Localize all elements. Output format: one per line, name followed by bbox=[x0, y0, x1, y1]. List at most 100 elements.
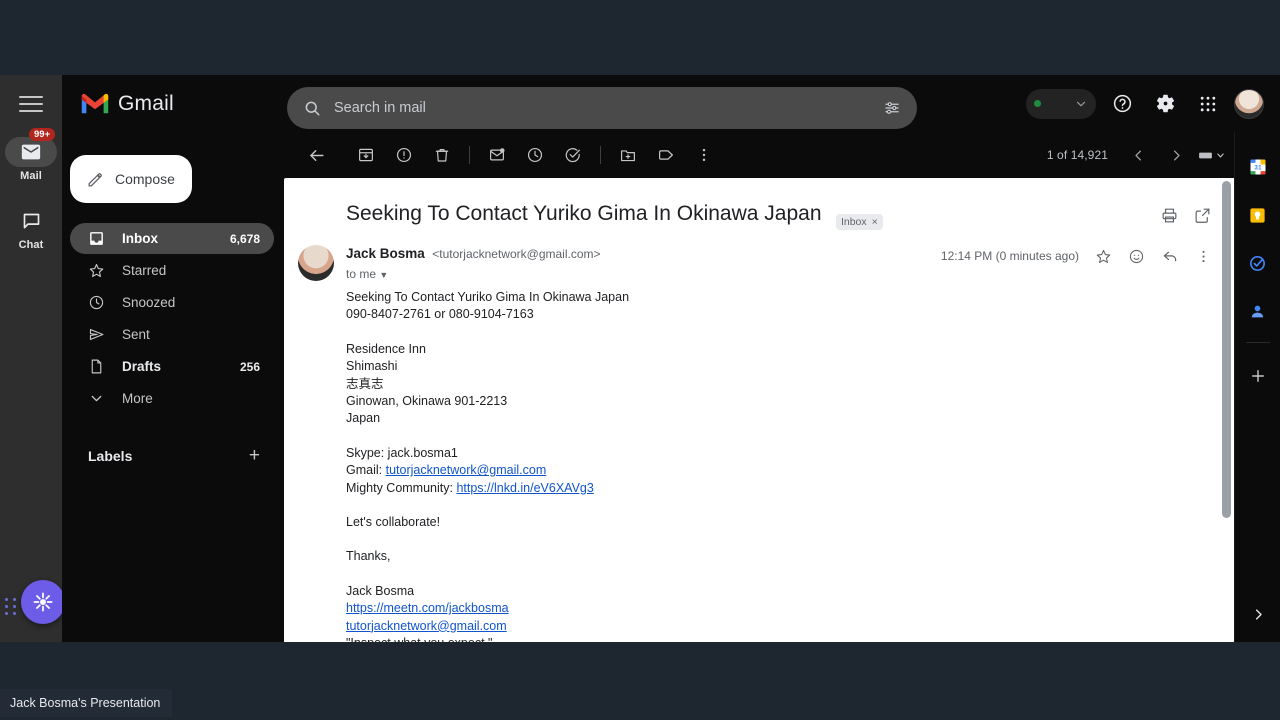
svg-text:31: 31 bbox=[1254, 165, 1262, 172]
gmail-m-icon bbox=[81, 93, 109, 114]
status-selector[interactable] bbox=[1026, 88, 1096, 119]
sidebar-item-drafts[interactable]: Drafts 256 bbox=[70, 351, 274, 382]
body-line: Ginowan, Okinawa 901-2213 bbox=[346, 393, 1212, 410]
google-apps-button[interactable] bbox=[1191, 87, 1225, 121]
body-line-text: 090-8407-2761 or 080-9104-7163 bbox=[346, 307, 534, 322]
email-reading-pane: Seeking To Contact Yuriko Gima In Okinaw… bbox=[284, 178, 1234, 642]
body-line-text: Let's collaborate! bbox=[346, 515, 441, 530]
body-line-prefix: Gmail: bbox=[346, 463, 386, 478]
add-to-tasks-button[interactable] bbox=[555, 137, 591, 173]
search-placeholder: Search in mail bbox=[334, 100, 426, 116]
mark-unread-button[interactable] bbox=[479, 137, 515, 173]
support-button[interactable] bbox=[1105, 87, 1139, 121]
sidebar-label-snoozed: Snoozed bbox=[122, 295, 176, 310]
star-icon[interactable] bbox=[1095, 248, 1112, 265]
older-button[interactable] bbox=[1120, 137, 1156, 173]
reply-icon[interactable] bbox=[1161, 247, 1179, 265]
trash-icon bbox=[435, 149, 449, 162]
body-line-text: Seeking To Contact Yuriko Gima In Okinaw… bbox=[346, 290, 630, 304]
recipients-toggle[interactable]: to me ▼ bbox=[346, 267, 601, 281]
more-options-button[interactable] bbox=[686, 137, 722, 173]
gmail-header: Gmail Search in mail bbox=[62, 75, 1280, 132]
help-icon bbox=[1113, 94, 1131, 113]
body-line: Let's collaborate! bbox=[346, 514, 1212, 531]
create-label-button[interactable]: + bbox=[249, 445, 260, 467]
body-line: Shimashi bbox=[346, 358, 1212, 375]
mail-unread-badge: 99+ bbox=[29, 128, 56, 141]
search-options-icon[interactable] bbox=[883, 99, 901, 117]
open-in-new-window-icon[interactable] bbox=[1193, 206, 1212, 225]
add-app-button[interactable] bbox=[1239, 357, 1277, 395]
label-tag-icon bbox=[659, 150, 673, 160]
body-link[interactable]: tutorjacknetwork@gmail.com bbox=[346, 619, 507, 633]
sidebar-item-sent[interactable]: Sent bbox=[70, 319, 274, 350]
delete-button[interactable] bbox=[424, 137, 460, 173]
mark-unread-icon bbox=[490, 148, 505, 161]
back-button[interactable] bbox=[298, 137, 334, 173]
plus-icon bbox=[1251, 370, 1264, 382]
sidebar-label-drafts: Drafts bbox=[122, 359, 162, 374]
body-line: Mighty Community: https://lnkd.in/eV6XAV… bbox=[346, 480, 1212, 497]
reading-pane-scrollbar[interactable] bbox=[1222, 181, 1231, 518]
screen-share-frame: 99+ Mail Chat Gmail Search in mail Compo… bbox=[0, 0, 1280, 720]
sender-avatar[interactable] bbox=[298, 245, 334, 281]
close-icon[interactable]: × bbox=[872, 216, 878, 228]
move-to-button[interactable] bbox=[610, 137, 646, 173]
status-green-dot bbox=[1034, 100, 1041, 107]
message-header: Jack Bosma <tutorjacknetwork@gmail.com> … bbox=[284, 228, 1234, 281]
newer-button[interactable] bbox=[1158, 137, 1194, 173]
inbox-label-chip[interactable]: Inbox × bbox=[835, 214, 883, 230]
body-line: Japan bbox=[346, 410, 1212, 427]
keep-glyph bbox=[1250, 207, 1265, 223]
rail-item-chat[interactable]: Chat bbox=[0, 206, 62, 251]
inbox-icon bbox=[90, 232, 103, 245]
search-icon bbox=[305, 101, 320, 116]
sidebar-item-inbox[interactable]: Inbox 6,678 bbox=[70, 223, 274, 254]
floating-action-button[interactable] bbox=[21, 580, 65, 624]
archive-button[interactable] bbox=[348, 137, 384, 173]
contacts-icon[interactable] bbox=[1239, 292, 1277, 330]
expand-side-panel-button[interactable] bbox=[1235, 607, 1280, 622]
compose-button[interactable]: Compose bbox=[70, 155, 192, 203]
main-menu-icon[interactable] bbox=[19, 96, 43, 114]
body-line-text: Japan bbox=[346, 411, 381, 426]
spam-icon bbox=[396, 147, 412, 163]
gmail-logo[interactable]: Gmail bbox=[80, 92, 280, 116]
input-tools-button[interactable] bbox=[1196, 137, 1226, 173]
sidebar-item-snoozed[interactable]: Snoozed bbox=[70, 287, 274, 318]
body-line: Thanks, bbox=[346, 548, 1212, 565]
tasks-icon[interactable] bbox=[1239, 244, 1277, 282]
star-icon bbox=[89, 263, 104, 278]
chevron-left-icon bbox=[1134, 150, 1141, 160]
chevron-right-icon bbox=[1173, 150, 1180, 160]
rail-item-mail[interactable]: 99+ Mail bbox=[0, 128, 62, 182]
google-side-panel: 31 bbox=[1234, 132, 1280, 642]
sidebar-item-starred[interactable]: Starred bbox=[70, 255, 274, 286]
print-icon[interactable] bbox=[1160, 206, 1179, 225]
body-line-text: Skype: jack.bosma1 bbox=[346, 445, 458, 460]
labels-button[interactable] bbox=[648, 137, 684, 173]
snooze-button[interactable] bbox=[517, 137, 553, 173]
send-icon bbox=[89, 328, 104, 341]
account-avatar[interactable] bbox=[1234, 88, 1264, 119]
body-line-text: "Inspect what you expect." bbox=[346, 636, 492, 642]
body-link[interactable]: https://lnkd.in/eV6XAVg3 bbox=[456, 481, 593, 495]
settings-button[interactable] bbox=[1148, 87, 1182, 121]
contacts-glyph bbox=[1251, 305, 1264, 317]
toolbar-divider-1 bbox=[469, 146, 470, 164]
body-link[interactable]: https://meetn.com/jackbosma bbox=[346, 601, 509, 615]
search-input[interactable]: Search in mail bbox=[287, 87, 917, 129]
more-vertical-icon[interactable] bbox=[1195, 248, 1212, 265]
message-toolbar: 1 of 14,921 bbox=[284, 132, 1234, 178]
tasks-glyph bbox=[1250, 255, 1265, 271]
fab-drag-handle[interactable] bbox=[5, 596, 19, 616]
arrow-left-icon bbox=[309, 149, 324, 161]
body-link[interactable]: tutorjacknetwork@gmail.com bbox=[386, 463, 547, 477]
emoji-reaction-icon[interactable] bbox=[1128, 248, 1145, 265]
calendar-icon[interactable]: 31 bbox=[1239, 148, 1277, 186]
chat-icon bbox=[5, 206, 57, 236]
report-spam-button[interactable] bbox=[386, 137, 422, 173]
keep-icon[interactable] bbox=[1239, 196, 1277, 234]
sidebar-item-more[interactable]: More bbox=[70, 383, 274, 414]
body-line-text: Shimashi bbox=[346, 359, 398, 374]
